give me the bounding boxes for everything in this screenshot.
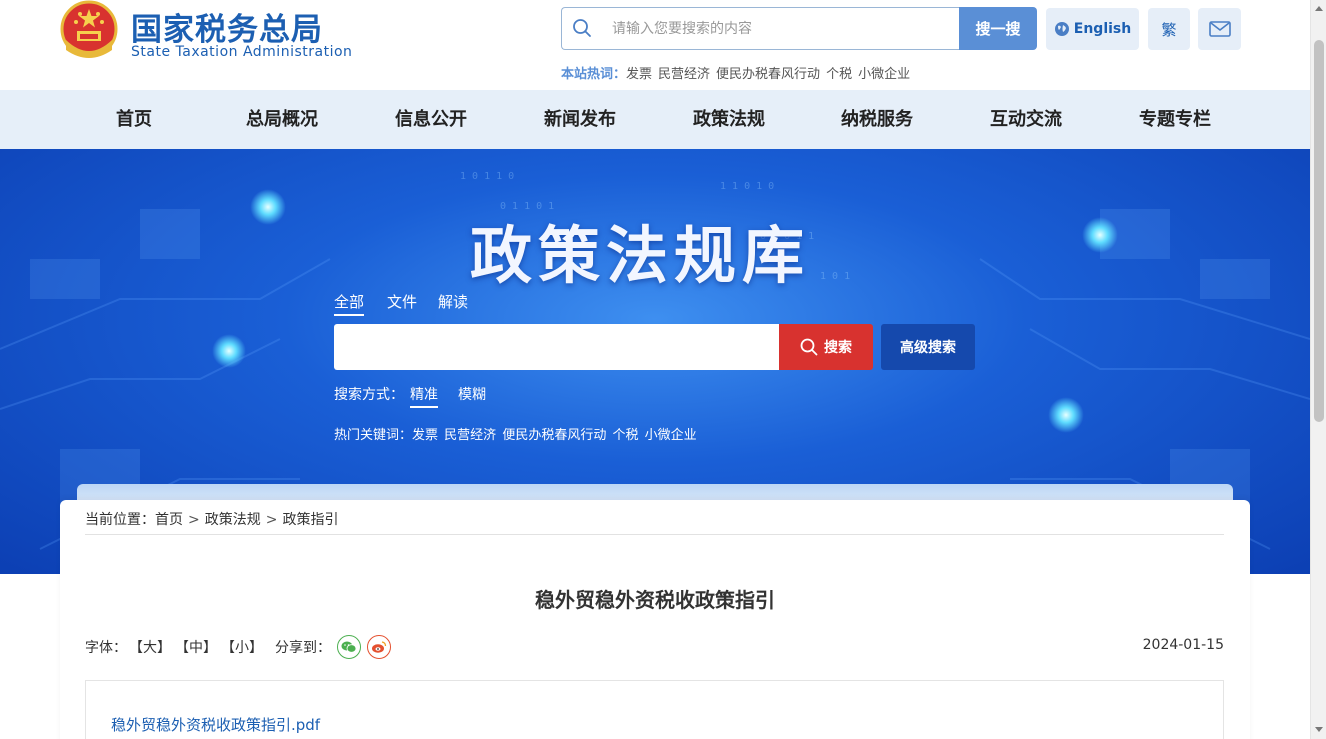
nav-item-overview[interactable]: 总局概况 [232,90,332,149]
banner-title: 政策法规库 [470,219,811,292]
hotword-link[interactable]: 个税 [826,67,852,82]
attachment-box: 稳外贸稳外资税收政策指引.pdf [85,680,1224,739]
search-mode-row: 搜索方式： 精准 模糊 [334,384,500,408]
breadcrumb: 当前位置：首页 > 政策法规 > 政策指引 [85,509,338,529]
site-logo-cn[interactable]: 国家税务总局 [131,4,323,49]
tab-interpretations[interactable]: 解读 [438,291,468,312]
nav-item-home[interactable]: 首页 [84,90,184,149]
breadcrumb-policy[interactable]: 政策法规 [205,512,261,528]
publish-date: 2024-01-15 [1142,637,1224,653]
policy-search-button[interactable]: 搜索 [779,324,873,370]
top-search-button[interactable]: 搜一搜 [959,7,1037,50]
mail-icon [1208,21,1231,37]
globe-icon [1054,22,1069,36]
site-header: 国家税务总局 State Taxation Administration 搜一搜… [0,0,1310,90]
breadcrumb-separator: > [188,512,200,528]
english-button[interactable]: English [1046,8,1139,50]
weibo-share-icon[interactable] [367,635,391,659]
article-card: 当前位置：首页 > 政策法规 > 政策指引 稳外贸稳外资税收政策指引 字体： 【大】 【… [60,500,1250,739]
font-large-button[interactable]: 【大】 [129,637,171,657]
tab-documents[interactable]: 文件 [387,291,417,312]
mail-button[interactable] [1198,8,1241,50]
font-small-button[interactable]: 【小】 [221,637,263,657]
page-scrollbar[interactable] [1310,0,1326,739]
advanced-search-button[interactable]: 高级搜索 [881,324,975,370]
keyword-link[interactable]: 民营经济 [444,428,496,443]
keyword-link[interactable]: 便民办税春风行动 [502,428,606,443]
breadcrumb-label: 当前位置： [85,512,155,528]
banner-glow [212,334,246,368]
svg-text:1 0 1: 1 0 1 [820,271,850,282]
weibo-icon [372,641,387,653]
tab-all[interactable]: 全部 [334,291,365,316]
breadcrumb-separator: > [265,512,278,528]
banner-glow [250,189,286,225]
top-hotwords: 本站热词：发票 民营经济 便民办税春风行动 个税 小微企业 [561,63,910,82]
nav-item-info-disclosure[interactable]: 信息公开 [381,90,481,149]
site-logo-en[interactable]: State Taxation Administration [131,44,352,60]
svg-text:1 0 1 1 0: 1 0 1 1 0 [460,171,514,182]
keyword-link[interactable]: 发票 [412,428,438,443]
hot-keywords-label: 热门关键词： [334,428,413,443]
search-icon [800,338,818,356]
search-mode-label: 搜索方式： [334,387,404,403]
wechat-icon [341,641,357,653]
hot-keywords-row: 热门关键词：发票 民营经济 便民办税春风行动 个税 小微企业 [334,424,697,443]
font-size-label: 字体： [85,640,127,656]
font-size-share-row: 字体： 【大】 【中】 【小】 分享到： [85,635,391,659]
nav-item-interaction[interactable]: 互动交流 [976,90,1076,149]
top-search-box [561,7,960,50]
breadcrumb-guide[interactable]: 政策指引 [282,512,338,528]
mode-fuzzy[interactable]: 模糊 [458,384,486,404]
scroll-thumb[interactable] [1314,40,1324,422]
search-label: 搜索 [824,340,852,356]
mode-exact[interactable]: 精准 [410,384,438,408]
keyword-link[interactable]: 小微企业 [645,428,697,443]
nav-item-tax-service[interactable]: 纳税服务 [827,90,927,149]
hotword-link[interactable]: 便民办税春风行动 [716,67,820,82]
share-label: 分享到： [275,640,331,656]
scroll-down-arrow-icon[interactable] [1315,727,1323,732]
attachment-pdf-link[interactable]: 稳外贸稳外资税收政策指引.pdf [111,714,320,735]
banner-glow [1048,397,1084,433]
english-label: English [1073,21,1132,37]
policy-search-input[interactable] [334,324,780,370]
hotword-link[interactable]: 小微企业 [858,67,910,82]
nav-item-policy[interactable]: 政策法规 [679,90,779,149]
nav-item-news[interactable]: 新闻发布 [530,90,630,149]
hotwords-label: 本站热词： [561,67,627,82]
national-emblem-icon[interactable] [60,0,118,62]
keyword-link[interactable]: 个税 [612,428,638,443]
article-title: 稳外贸稳外资税收政策指引 [535,588,775,612]
search-icon [573,19,591,37]
hotword-link[interactable]: 民营经济 [658,67,710,82]
wechat-share-icon[interactable] [337,635,361,659]
breadcrumb-home[interactable]: 首页 [155,512,183,528]
hotword-link[interactable]: 发票 [626,67,652,82]
traditional-chinese-button[interactable]: 繁 [1148,8,1190,50]
scroll-up-arrow-icon[interactable] [1315,6,1323,11]
svg-text:1 1 0 1 0: 1 1 0 1 0 [720,181,774,192]
breadcrumb-divider [85,534,1224,535]
top-search-input[interactable] [612,16,942,42]
font-medium-button[interactable]: 【中】 [175,637,217,657]
nav-item-special[interactable]: 专题专栏 [1125,90,1225,149]
banner-glow [1082,217,1118,253]
main-nav: 首页 总局概况 信息公开 新闻发布 政策法规 纳税服务 互动交流 专题专栏 [0,90,1310,149]
